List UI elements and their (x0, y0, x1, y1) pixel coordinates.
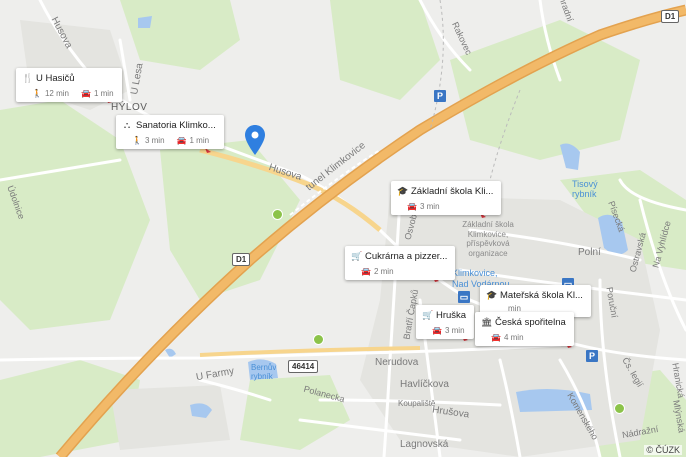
copyright-notice: © ČÚZK (644, 445, 682, 455)
car-icon: 🚘 (176, 136, 187, 145)
graduation-cap-icon: 🎓 (486, 290, 498, 300)
poi-card-sanatoria[interactable]: ⛬ Sanatoria Klimko... 🚶 3 min 🚘 1 min (116, 115, 224, 149)
car-icon: 🚘 (432, 326, 442, 335)
car-icon: 🚘 (80, 89, 91, 98)
cart-icon: 🛒 (351, 251, 363, 261)
car-time: 2 min (373, 267, 394, 276)
poi-card-u-hasicu[interactable]: 🍴 U Hasičů 🚶 12 min 🚘 1 min (16, 68, 122, 102)
car-time: 4 min (503, 333, 524, 342)
bank-icon: 🏛 (481, 317, 493, 327)
sanatorium-icon: ⛬ (123, 120, 131, 130)
cart-icon: 🛒 (422, 310, 434, 320)
poi-card-hruska[interactable]: 🛒 Hruška 🚘 3 min (416, 305, 475, 339)
car-icon: 🚘 (361, 267, 371, 276)
car-time: 3 min (419, 202, 440, 211)
poi-card-title: Česká spořitelna (495, 317, 566, 328)
graduation-cap-icon: 🎓 (397, 186, 409, 196)
poi-card-title: U Hasičů (36, 73, 75, 84)
poi-card-title: Mateřská škola Kl... (500, 290, 583, 301)
car-time: 3 min (444, 326, 465, 335)
map-canvas[interactable]: Husova U Lesa HÝLOV Husova tunel Klimkov… (0, 0, 686, 457)
walk-time: 3 min (144, 136, 165, 145)
poi-card-title: Sanatoria Klimko... (136, 120, 216, 131)
poi-card-zakladni-skola[interactable]: 🎓 Základní škola Kli... 🚘 3 min (391, 181, 502, 215)
poi-card-ceska-sporitelna[interactable]: 🏛 Česká spořitelna 🚘 4 min (475, 312, 574, 346)
car-time: 1 min (189, 136, 210, 145)
fork-knife-icon: 🍴 (22, 73, 34, 83)
poi-card-title: Hruška (436, 310, 467, 321)
walk-icon: 🚶 (32, 89, 42, 98)
poi-card-cukrarna[interactable]: 🛒 Cukrárna a pizzer... 🚘 2 min (345, 246, 456, 280)
car-icon: 🚘 (407, 202, 417, 211)
car-time: 1 min (93, 89, 114, 98)
walk-icon: 🚶 (132, 136, 142, 145)
poi-card-title: Základní škola Kli... (411, 186, 494, 197)
walk-time: 12 min (44, 89, 69, 98)
poi-card-title: Cukrárna a pizzer... (365, 251, 448, 262)
car-icon: 🚘 (491, 333, 501, 342)
